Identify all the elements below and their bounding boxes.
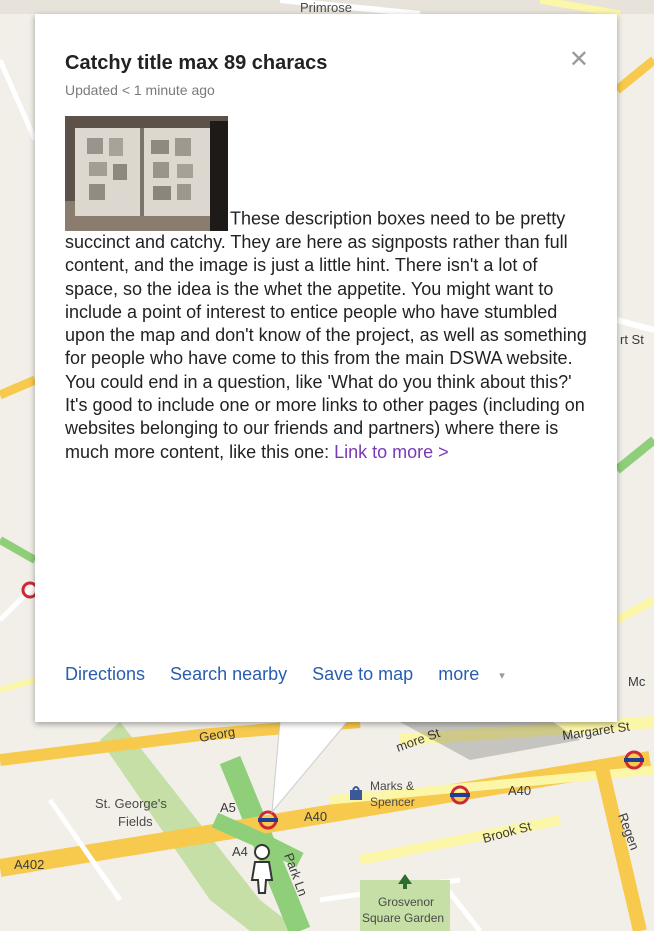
updated-timestamp: Updated < 1 minute ago [65,82,215,98]
map-label-st-georges-fields-1: St. George's [95,796,167,811]
road-label-a402: A402 [14,857,44,872]
more-label: more [438,664,480,684]
place-description: These description boxes need to be prett… [65,116,587,464]
info-window-actions: Directions Search nearby Save to map mor… [65,664,525,685]
map-label-grosvenor-1: Grosvenor [378,895,434,909]
search-nearby-link[interactable]: Search nearby [170,664,287,684]
sketchbook-thumbnail-image[interactable] [65,116,228,231]
chevron-down-icon: ▾ [499,669,505,682]
info-window: Catchy title max 89 characs Updated < 1 … [35,14,617,722]
road-label-a40-left: A40 [304,809,327,824]
road-label-a40-right: A40 [508,783,531,798]
description-text: These description boxes need to be prett… [65,208,587,462]
map-label-st-georges-fields-2: Fields [118,814,153,829]
road-label-rt-st: rt St [620,332,644,347]
more-dropdown[interactable]: more ▾ [438,664,525,684]
map-label-grosvenor-2: Square Garden [362,911,444,925]
road-label-mc: Mc [628,674,646,689]
link-to-more[interactable]: Link to more > [334,442,449,462]
place-title: Catchy title max 89 characs [65,52,328,74]
map-label-primrose: Primrose [300,0,352,15]
road-label-a5: A5 [220,800,236,815]
directions-link[interactable]: Directions [65,664,145,684]
road-label-a4: A4 [232,844,248,859]
map-label-marks-spencer-2: Spencer [370,795,415,809]
save-to-map-link[interactable]: Save to map [312,664,413,684]
map-label-marks-spencer-1: Marks & [370,779,414,793]
close-icon[interactable]: ✕ [569,48,589,72]
